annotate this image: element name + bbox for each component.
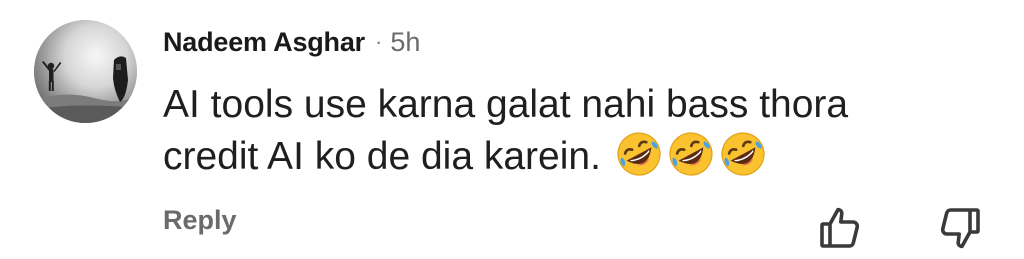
rolling-on-floor-laughing-emoji: [617, 132, 661, 176]
rolling-on-floor-laughing-emoji: [721, 132, 765, 176]
comment: Nadeem Asghar · 5h AI tools use karna ga…: [0, 0, 1024, 259]
timestamp[interactable]: 5h: [390, 27, 420, 58]
author-name[interactable]: Nadeem Asghar: [163, 27, 365, 58]
rolling-on-floor-laughing-emoji: [669, 132, 713, 176]
dislike-button[interactable]: [936, 204, 984, 252]
comment-body: AI tools use karna galat nahi bass thora…: [163, 80, 943, 182]
thumbs-down-icon: [940, 208, 980, 249]
comment-header: Nadeem Asghar · 5h: [163, 22, 420, 62]
thumbs-up-icon: [820, 207, 860, 248]
reply-button[interactable]: Reply: [163, 205, 237, 236]
separator-dot: ·: [374, 29, 383, 54]
avatar[interactable]: [34, 20, 137, 123]
avatar-photo: [34, 20, 137, 123]
like-button[interactable]: [816, 204, 864, 252]
